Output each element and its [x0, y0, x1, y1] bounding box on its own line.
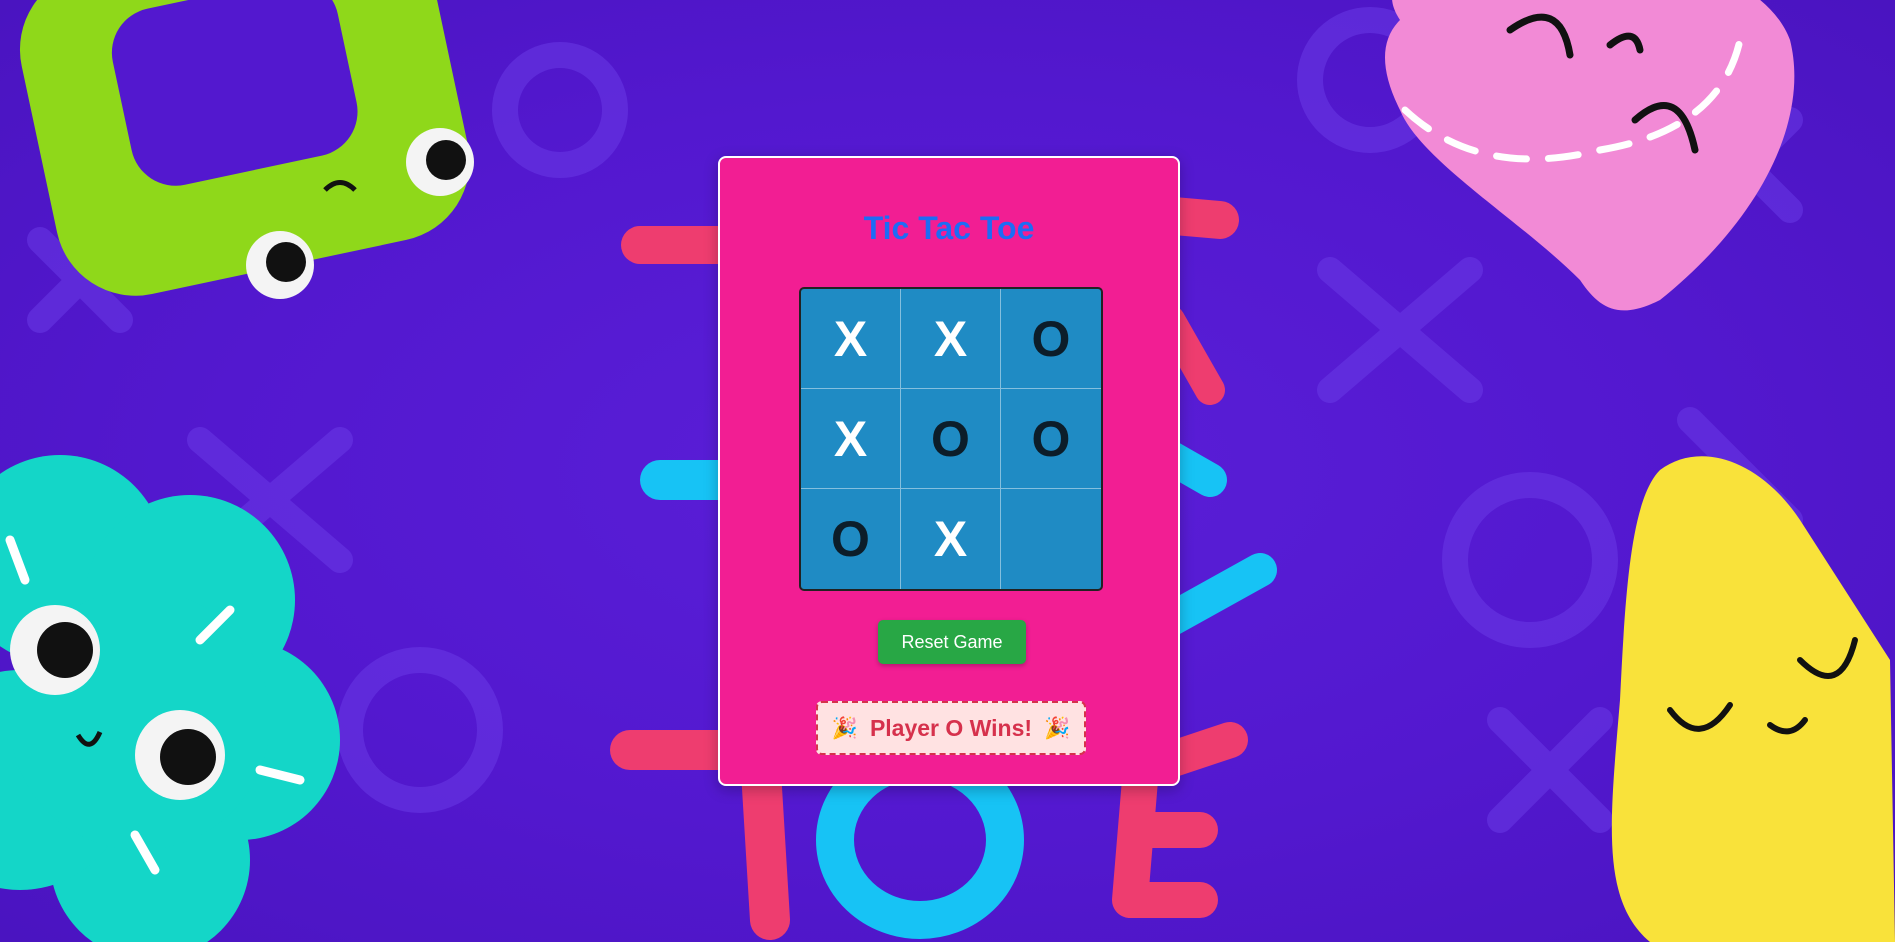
board-cell-5[interactable]: O	[901, 389, 1001, 489]
game-board: X X O X O O O X	[799, 287, 1103, 591]
board-cell-6[interactable]: O	[1001, 389, 1101, 489]
board-cell-1[interactable]: X	[801, 289, 901, 389]
board-cell-3[interactable]: O	[1001, 289, 1101, 389]
game-card: Tic Tac Toe X X O X O O O X Reset Game 🎉…	[718, 156, 1180, 786]
party-popper-icon: 🎉	[831, 716, 858, 740]
game-title: Tic Tac Toe	[863, 210, 1035, 246]
board-cell-2[interactable]: X	[901, 289, 1001, 389]
reset-game-button[interactable]: Reset Game	[878, 620, 1026, 664]
board-cell-4[interactable]: X	[801, 389, 901, 489]
winner-status: 🎉 Player O Wins! 🎉	[816, 701, 1086, 755]
board-cell-8[interactable]: X	[901, 489, 1001, 589]
board-cell-7[interactable]: O	[801, 489, 901, 589]
party-popper-icon: 🎉	[1044, 716, 1071, 740]
status-text: Player O Wins!	[869, 714, 1033, 741]
board-cell-9[interactable]	[1001, 489, 1101, 589]
